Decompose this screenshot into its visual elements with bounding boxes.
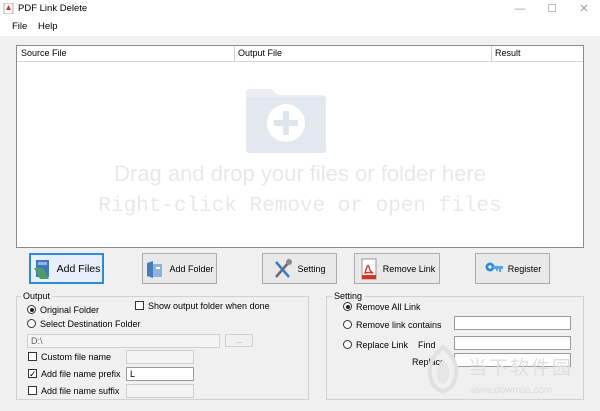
title-bar: PDF Link Delete — ☐ ✕ bbox=[0, 0, 600, 18]
replace-link-label: Replace Link bbox=[356, 340, 409, 350]
find-field[interactable] bbox=[454, 336, 571, 350]
add-files-label: Add Files bbox=[56, 262, 101, 275]
add-suffix-label: Add file name suffix bbox=[41, 386, 120, 396]
downxia-logo bbox=[427, 345, 459, 393]
remove-link-contains-field[interactable] bbox=[454, 316, 571, 330]
remove-link-label: Remove Link bbox=[382, 263, 436, 274]
menu-bar: File Help bbox=[0, 18, 600, 36]
add-folder-button[interactable]: Add Folder bbox=[142, 253, 217, 284]
select-destination-label: Select Destination Folder bbox=[40, 319, 141, 329]
column-header-source-file[interactable]: Source File bbox=[21, 48, 67, 58]
column-separator[interactable] bbox=[491, 46, 492, 61]
select-destination-radio[interactable] bbox=[27, 319, 36, 328]
watermark-brand: 当下软件园 bbox=[468, 357, 574, 379]
column-separator[interactable] bbox=[234, 46, 235, 61]
custom-file-name-label: Custom file name bbox=[41, 352, 112, 362]
browse-button[interactable]: ... bbox=[225, 334, 253, 347]
remove-link-contains-label: Remove link contains bbox=[356, 320, 442, 330]
register-button[interactable]: Register bbox=[475, 253, 550, 284]
register-label: Register bbox=[507, 263, 542, 274]
add-folder-label: Add Folder bbox=[169, 263, 214, 274]
app-window: PDF Link Delete — ☐ ✕ File Help Source F… bbox=[0, 0, 600, 411]
add-folder-icon bbox=[147, 260, 163, 278]
setting-button[interactable]: Setting bbox=[262, 253, 337, 284]
custom-file-name-checkbox[interactable] bbox=[28, 352, 37, 361]
window-title: PDF Link Delete bbox=[18, 3, 88, 14]
drop-hint-secondary: Right-click Remove or open files bbox=[98, 195, 502, 218]
add-prefix-checkbox[interactable]: ✓ bbox=[28, 369, 37, 379]
column-header-result[interactable]: Result bbox=[495, 48, 521, 58]
remove-all-link-radio[interactable] bbox=[343, 302, 352, 311]
drop-hint-primary: Drag and drop your files or folder here bbox=[114, 161, 486, 186]
watermark-url: www.downxia.com bbox=[470, 385, 553, 396]
pdf-icon bbox=[361, 258, 377, 279]
key-icon bbox=[485, 262, 503, 272]
show-output-folder-checkbox[interactable] bbox=[135, 301, 144, 310]
file-table[interactable]: Source File Output File Result Drag and … bbox=[16, 45, 584, 248]
original-folder-radio[interactable] bbox=[27, 305, 36, 314]
close-button[interactable]: ✕ bbox=[569, 0, 599, 18]
output-group-title: Output bbox=[21, 291, 53, 301]
tools-icon bbox=[275, 258, 293, 278]
original-folder-label: Original Folder bbox=[40, 305, 100, 315]
pdf-app-icon bbox=[3, 3, 14, 14]
add-files-icon bbox=[33, 259, 49, 279]
menu-file[interactable]: File bbox=[12, 21, 27, 32]
add-folder-plus-icon bbox=[246, 89, 326, 153]
custom-file-name-field[interactable] bbox=[126, 350, 194, 364]
suffix-field[interactable] bbox=[126, 384, 194, 398]
prefix-field[interactable]: L bbox=[126, 367, 194, 381]
minimize-button[interactable]: — bbox=[505, 0, 535, 18]
column-header-output-file[interactable]: Output File bbox=[238, 48, 282, 58]
destination-path-field[interactable]: D:\ bbox=[27, 334, 220, 348]
show-output-folder-label: Show output folder when done bbox=[148, 301, 270, 311]
remove-all-link-label: Remove All Link bbox=[356, 302, 421, 312]
add-prefix-label: Add file name prefix bbox=[41, 369, 121, 379]
setting-group-title: Setting bbox=[332, 291, 365, 301]
remove-link-contains-radio[interactable] bbox=[343, 320, 352, 329]
add-files-button[interactable]: Add Files bbox=[29, 253, 104, 284]
maximize-button[interactable]: ☐ bbox=[537, 0, 567, 18]
replace-link-radio[interactable] bbox=[343, 340, 352, 349]
table-header: Source File Output File Result bbox=[17, 46, 583, 62]
add-suffix-checkbox[interactable] bbox=[28, 386, 37, 395]
menu-help[interactable]: Help bbox=[38, 21, 58, 32]
setting-label: Setting bbox=[297, 263, 326, 274]
remove-link-button[interactable]: Remove Link bbox=[354, 253, 440, 284]
